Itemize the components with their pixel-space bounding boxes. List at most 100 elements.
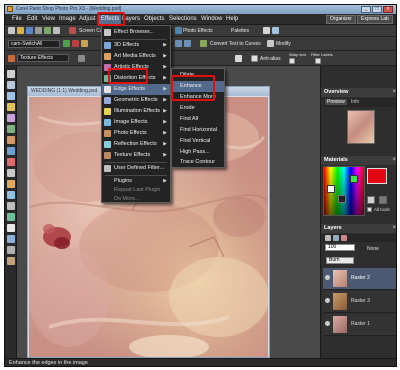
- preset-icon[interactable]: [78, 55, 85, 62]
- pen-tool-icon[interactable]: [7, 246, 15, 254]
- preset-shape-icon[interactable]: [7, 235, 15, 243]
- organizer-tab[interactable]: Organizer: [326, 15, 356, 24]
- delete-layer-icon[interactable]: [341, 235, 347, 241]
- info-icon[interactable]: [272, 27, 279, 34]
- straighten-tool-icon[interactable]: [7, 147, 15, 155]
- express-lab-tab[interactable]: Express Lab: [357, 15, 393, 24]
- layer-row[interactable]: Raster 3: [323, 291, 396, 313]
- align-center-icon[interactable]: [184, 40, 191, 47]
- antialias-checkbox[interactable]: [251, 55, 258, 62]
- menu-effects[interactable]: Effects: [99, 15, 122, 24]
- paint-brush-icon[interactable]: [7, 180, 15, 188]
- new-file-icon[interactable]: [8, 27, 15, 34]
- selection-tool-icon[interactable]: [7, 92, 15, 100]
- filter-labels-checkbox[interactable]: [315, 58, 321, 64]
- panel-close-icon[interactable]: ×: [392, 88, 396, 97]
- pick-tool-icon[interactable]: [7, 81, 15, 89]
- gradient-swatch-icon[interactable]: [379, 196, 387, 204]
- overview-thumbnail[interactable]: [347, 110, 375, 144]
- tab-preview[interactable]: Preview: [325, 99, 347, 105]
- script-dropdown[interactable]: cam-SwitchAll: [8, 40, 60, 48]
- print-icon[interactable]: [35, 27, 42, 34]
- layer-row[interactable]: Raster 1: [323, 314, 396, 336]
- find-horizontal-item[interactable]: Find Horizontal: [172, 125, 224, 136]
- opacity-field[interactable]: 100: [325, 244, 355, 251]
- convert-text-label[interactable]: Convert Text to Curves: [210, 41, 261, 47]
- distortion-item[interactable]: Distortion Effects ▶: [102, 73, 170, 84]
- image-effects-item[interactable]: Image Effects ▶: [102, 117, 170, 128]
- menu-file[interactable]: File: [12, 16, 22, 22]
- run-script-icon[interactable]: [63, 40, 70, 47]
- menu-layers[interactable]: Layers: [122, 16, 140, 22]
- menu-image[interactable]: Image: [59, 16, 76, 22]
- reflection-item[interactable]: Reflection Effects ▶: [102, 139, 170, 150]
- pan-tool-icon[interactable]: [7, 70, 15, 78]
- visibility-eye-icon[interactable]: [325, 298, 330, 303]
- trace-contour-item[interactable]: Trace Contour: [172, 157, 224, 168]
- screen-capture-icon[interactable]: [69, 27, 76, 34]
- camera-icon[interactable]: [53, 27, 60, 34]
- layer-mask-icon[interactable]: [333, 235, 339, 241]
- scan-icon[interactable]: [44, 27, 51, 34]
- texture-effects-dropdown[interactable]: Texture Effects: [17, 54, 69, 62]
- art-media-item[interactable]: Art Media Effects ▶: [102, 51, 170, 62]
- freehand-selection-icon[interactable]: [7, 103, 15, 111]
- effect-browser-item[interactable]: Effect Browser...: [102, 27, 170, 38]
- 3d-effects-item[interactable]: 3D Effects ▶: [102, 40, 170, 51]
- menu-help[interactable]: Help: [226, 16, 238, 22]
- warp-brush-icon[interactable]: [7, 257, 15, 265]
- menu-window[interactable]: Window: [201, 16, 222, 22]
- find-all-item[interactable]: Find All: [172, 114, 224, 125]
- menu-view[interactable]: View: [42, 16, 55, 22]
- erode-item[interactable]: Erode: [172, 103, 224, 114]
- illumination-item[interactable]: Illumination Effects ▶: [102, 106, 170, 117]
- layer-row[interactable]: Raster 2: [323, 268, 396, 290]
- photo-effects-icon[interactable]: [175, 27, 182, 34]
- menu-edit[interactable]: Edit: [27, 16, 37, 22]
- geometric-item[interactable]: Geometric Effects ▶: [102, 95, 170, 106]
- maximize-button[interactable]: □: [372, 6, 382, 13]
- help-icon[interactable]: [263, 27, 270, 34]
- texture-swatch-icon[interactable]: [367, 196, 375, 204]
- convert-text-icon[interactable]: [200, 40, 207, 47]
- photo-effects-item[interactable]: Photo Effects ▶: [102, 128, 170, 139]
- text-tool-icon[interactable]: [7, 224, 15, 232]
- flood-fill-icon[interactable]: [7, 213, 15, 221]
- stop-script-icon[interactable]: [72, 40, 79, 47]
- user-filter-item[interactable]: User Defined Filter...: [102, 163, 170, 174]
- clone-brush-icon[interactable]: [7, 169, 15, 177]
- open-folder-icon[interactable]: [17, 27, 24, 34]
- panel-close-icon[interactable]: ×: [392, 224, 396, 233]
- red-eye-tool-icon[interactable]: [7, 158, 15, 166]
- warp-text-checkbox[interactable]: [289, 58, 295, 64]
- eraser-icon[interactable]: [7, 202, 15, 210]
- modify-label[interactable]: Modify: [276, 41, 291, 47]
- palettes-label[interactable]: Palettes: [231, 28, 249, 34]
- blend-mode-select[interactable]: Burn: [326, 257, 354, 264]
- dropper-icon[interactable]: [7, 125, 15, 133]
- enhance-item[interactable]: Enhance: [172, 81, 224, 92]
- font-size-icon[interactable]: [235, 55, 242, 62]
- visibility-eye-icon[interactable]: [325, 275, 330, 280]
- edit-script-icon[interactable]: [81, 40, 88, 47]
- dilate-item[interactable]: Dilate: [172, 70, 224, 81]
- edge-effects-item[interactable]: Edge Effects ▶: [102, 84, 170, 95]
- crop-tool-icon[interactable]: [7, 136, 15, 144]
- magic-wand-icon[interactable]: [7, 114, 15, 122]
- photo-effects-label[interactable]: Photo Effects: [183, 28, 213, 34]
- menu-adjust[interactable]: Adjust: [79, 16, 96, 22]
- close-button[interactable]: ×: [383, 6, 393, 13]
- enhance-more-item[interactable]: Enhance More: [172, 92, 224, 103]
- all-tools-checkbox[interactable]: [367, 207, 372, 212]
- align-left-icon[interactable]: [175, 40, 182, 47]
- find-vertical-item[interactable]: Find Vertical: [172, 136, 224, 147]
- lighten-darken-icon[interactable]: [7, 191, 15, 199]
- color-spectrum[interactable]: [323, 166, 365, 216]
- panel-close-icon[interactable]: ×: [392, 156, 396, 165]
- new-layer-icon[interactable]: [325, 235, 331, 241]
- texture-effects-icon[interactable]: [8, 55, 15, 62]
- minimize-button[interactable]: _: [361, 6, 371, 13]
- foreground-swatch[interactable]: [367, 168, 387, 184]
- artistic-item[interactable]: Artistic Effects ▶: [102, 62, 170, 73]
- tab-info[interactable]: Info: [349, 99, 361, 105]
